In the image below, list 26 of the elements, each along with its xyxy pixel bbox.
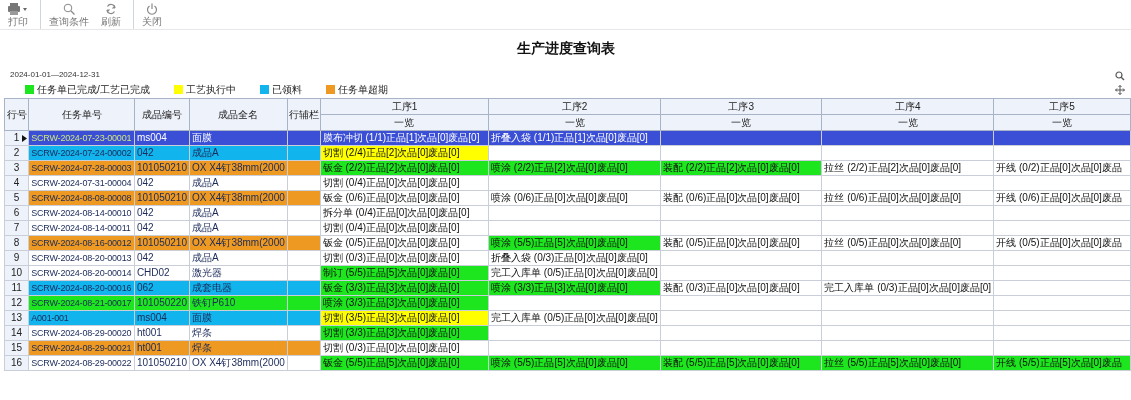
toolbar-button[interactable]: 打印 [4,0,32,29]
column-header: 成品全名 [189,98,288,131]
column-header: 成品编号 [134,98,190,131]
column-header: 工序1 [320,98,489,115]
power-icon [146,2,158,15]
legend-label: 工艺执行中 [185,83,236,97]
toolbar-button[interactable]: 关闭 [133,0,166,29]
printer-icon [8,2,28,15]
date-range: 2024-01-01—2024-12-31 [10,69,100,81]
column-header: 行辅栏 [287,98,321,131]
legend-label: 已领料 [271,83,302,97]
column-header: 工序5 [993,98,1131,115]
legend-label: 任务单超期 [337,83,388,97]
expand-icon[interactable] [1115,84,1125,95]
column-header: 行号 [4,98,29,131]
column-header: 工序3 [660,98,822,115]
toolbar-button[interactable]: 查询条件 [40,0,93,29]
report-title: 生产进度查询表 [516,39,615,58]
toolbar-button[interactable]: 刷新 [97,0,125,29]
refresh-icon [105,2,117,15]
column-header: 工序4 [821,98,994,115]
search-icon [63,2,75,15]
search-icon[interactable] [1115,71,1125,81]
legend-label: 任务单已完成/工艺已完成 [37,83,150,97]
column-header: 任务单号 [28,98,135,131]
column-header: 工序2 [488,98,661,115]
